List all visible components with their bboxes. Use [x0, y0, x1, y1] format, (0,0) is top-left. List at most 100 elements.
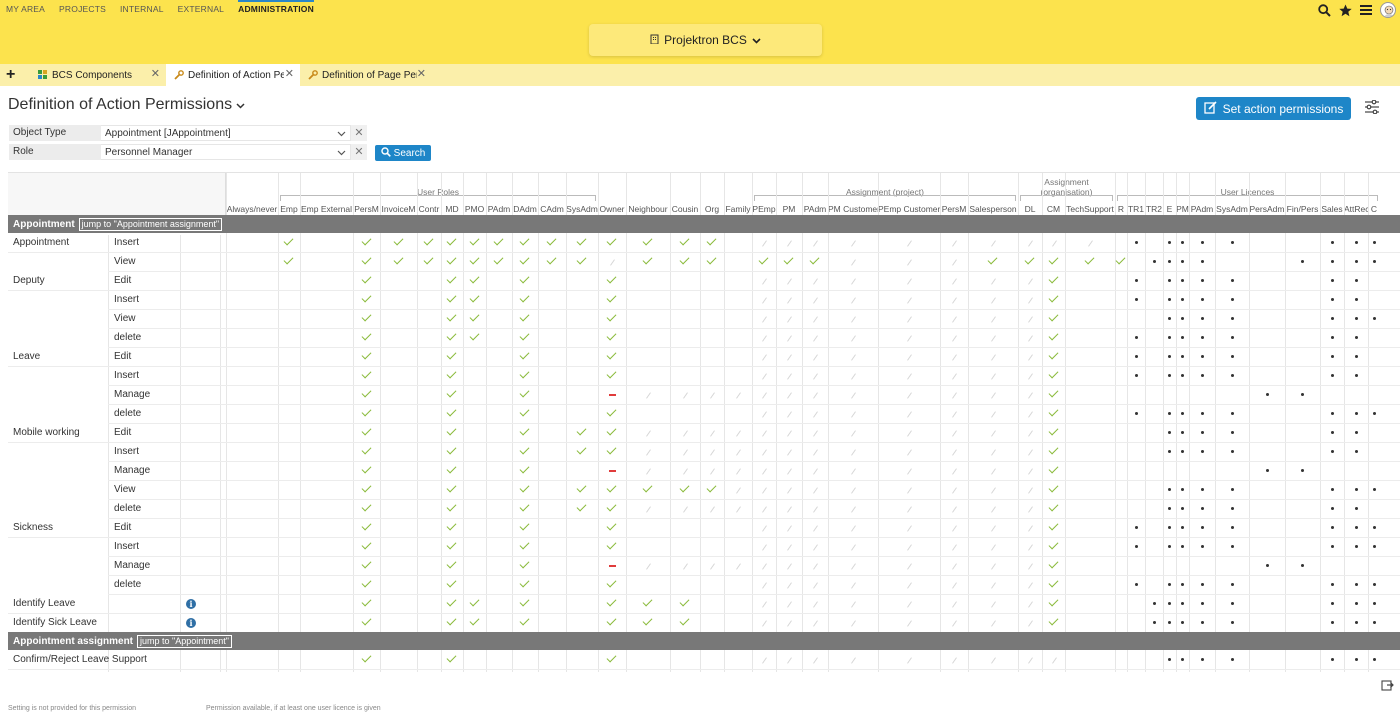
checkmark-icon[interactable]: [361, 406, 371, 416]
export-icon[interactable]: [1381, 679, 1394, 694]
checkmark-icon[interactable]: [446, 652, 457, 662]
checkmark-icon[interactable]: [1048, 425, 1058, 435]
checkmark-icon[interactable]: [423, 235, 434, 245]
checkmark-icon[interactable]: [606, 539, 617, 549]
checkmark-icon[interactable]: [361, 273, 371, 283]
checkmark-icon[interactable]: [361, 482, 371, 492]
checkmark-icon[interactable]: [446, 577, 457, 587]
checkmark-icon[interactable]: [1048, 273, 1058, 283]
checkmark-icon[interactable]: [519, 482, 530, 492]
checkmark-icon[interactable]: [469, 311, 479, 321]
checkmark-icon[interactable]: [446, 520, 457, 530]
checkmark-icon[interactable]: [679, 615, 690, 625]
checkmark-icon[interactable]: [361, 387, 371, 397]
checkmark-icon[interactable]: [446, 349, 457, 359]
checkmark-icon[interactable]: [576, 235, 587, 245]
user-avatar-icon[interactable]: [1380, 2, 1396, 18]
checkmark-icon[interactable]: [469, 596, 479, 606]
checkmark-icon[interactable]: [361, 520, 371, 530]
checkmark-icon[interactable]: [519, 311, 530, 321]
checkmark-icon[interactable]: [606, 406, 617, 416]
checkmark-icon[interactable]: [361, 330, 371, 340]
close-icon[interactable]: ✕: [285, 69, 294, 80]
checkmark-icon[interactable]: [576, 444, 587, 454]
checkmark-icon[interactable]: [1048, 330, 1058, 340]
checkmark-icon[interactable]: [469, 330, 479, 340]
checkmark-icon[interactable]: [606, 425, 617, 435]
checkmark-icon[interactable]: [1048, 406, 1058, 416]
checkmark-icon[interactable]: [519, 292, 530, 302]
role-select[interactable]: Personnel Manager: [101, 144, 351, 160]
checkmark-icon[interactable]: [519, 387, 530, 397]
sliders-settings-icon[interactable]: [1364, 99, 1380, 117]
checkmark-icon[interactable]: [469, 292, 479, 302]
checkmark-icon[interactable]: [361, 539, 371, 549]
checkmark-icon[interactable]: [642, 482, 653, 492]
checkmark-icon[interactable]: [393, 235, 403, 245]
checkmark-icon[interactable]: [469, 235, 479, 245]
checkmark-icon[interactable]: [606, 501, 617, 511]
nav-external[interactable]: EXTERNAL: [178, 4, 224, 14]
checkmark-icon[interactable]: [576, 501, 587, 511]
checkmark-icon[interactable]: [1048, 558, 1058, 568]
checkmark-icon[interactable]: [493, 235, 504, 245]
checkmark-icon[interactable]: [519, 273, 530, 283]
checkmark-icon[interactable]: [706, 235, 717, 245]
checkmark-icon[interactable]: [606, 444, 617, 454]
checkmark-icon[interactable]: [606, 520, 617, 530]
checkmark-icon[interactable]: [606, 349, 617, 359]
checkmark-icon[interactable]: [361, 349, 371, 359]
checkmark-icon[interactable]: [519, 520, 530, 530]
object-type-select[interactable]: Appointment [JAppointment]: [101, 125, 351, 141]
checkmark-icon[interactable]: [706, 254, 717, 264]
checkmark-icon[interactable]: [1084, 254, 1095, 264]
checkmark-icon[interactable]: [679, 596, 690, 606]
add-tab-button[interactable]: +: [6, 67, 15, 83]
checkmark-icon[interactable]: [1048, 368, 1058, 378]
close-icon[interactable]: ✕: [151, 69, 160, 80]
checkmark-icon[interactable]: [519, 330, 530, 340]
checkmark-icon[interactable]: [446, 368, 457, 378]
checkmark-icon[interactable]: [642, 235, 653, 245]
checkmark-icon[interactable]: [469, 615, 479, 625]
info-icon[interactable]: i: [186, 599, 196, 609]
denied-icon[interactable]: [609, 393, 616, 396]
checkmark-icon[interactable]: [519, 558, 530, 568]
checkmark-icon[interactable]: [446, 501, 457, 511]
menu-icon[interactable]: [1359, 3, 1373, 17]
checkmark-icon[interactable]: [606, 577, 617, 587]
checkmark-icon[interactable]: [361, 311, 371, 321]
checkmark-icon[interactable]: [606, 615, 617, 625]
denied-icon[interactable]: [609, 564, 616, 567]
checkmark-icon[interactable]: [519, 235, 530, 245]
checkmark-icon[interactable]: [606, 330, 617, 340]
checkmark-icon[interactable]: [446, 254, 457, 264]
checkmark-icon[interactable]: [606, 482, 617, 492]
checkmark-icon[interactable]: [1048, 254, 1058, 264]
nav-internal[interactable]: INTERNAL: [120, 4, 164, 14]
checkmark-icon[interactable]: [446, 615, 457, 625]
checkmark-icon[interactable]: [606, 652, 617, 662]
checkmark-icon[interactable]: [606, 596, 617, 606]
checkmark-icon[interactable]: [642, 596, 653, 606]
checkmark-icon[interactable]: [446, 406, 457, 416]
checkmark-icon[interactable]: [809, 254, 820, 264]
clear-object-type-button[interactable]: ✕: [351, 125, 367, 141]
jump-link[interactable]: jump to "Appointment": [137, 634, 232, 648]
star-icon[interactable]: [1338, 3, 1352, 17]
checkmark-icon[interactable]: [679, 254, 690, 264]
checkmark-icon[interactable]: [446, 292, 457, 302]
checkmark-icon[interactable]: [446, 463, 457, 473]
checkmark-icon[interactable]: [519, 254, 530, 264]
search-icon[interactable]: [1317, 3, 1331, 17]
checkmark-icon[interactable]: [987, 254, 998, 264]
checkmark-icon[interactable]: [576, 482, 587, 492]
checkmark-icon[interactable]: [519, 444, 530, 454]
checkmark-icon[interactable]: [546, 235, 557, 245]
denied-icon[interactable]: [609, 469, 616, 472]
checkmark-icon[interactable]: [493, 254, 504, 264]
checkmark-icon[interactable]: [519, 463, 530, 473]
page-title[interactable]: Definition of Action Permissions: [8, 96, 245, 114]
checkmark-icon[interactable]: [1048, 444, 1058, 454]
checkmark-icon[interactable]: [519, 406, 530, 416]
